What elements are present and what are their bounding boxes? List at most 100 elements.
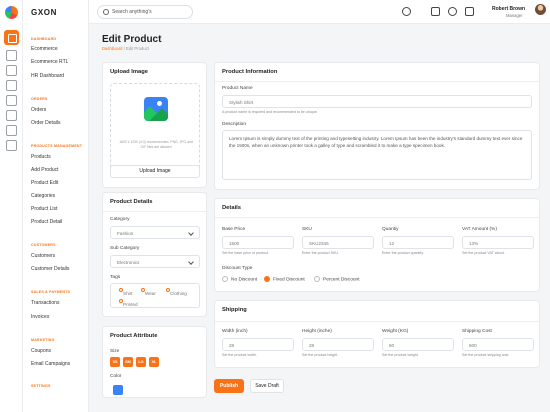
shield-rail-icon[interactable] [6, 140, 17, 151]
sidebar-item-customers[interactable]: Customers [31, 253, 55, 259]
sidebar-item-categories[interactable]: Categories [31, 193, 55, 199]
width-input[interactable]: 28 [222, 338, 294, 351]
color-swatch[interactable] [113, 385, 123, 395]
weight-input[interactable]: 50 [382, 338, 454, 351]
discount-type-label: Discount Type [222, 266, 253, 271]
file-rail-icon[interactable] [6, 65, 17, 76]
sidebar-item-product-detail[interactable]: Product Detail [31, 219, 62, 225]
attribute-card-title: Product Attribute [110, 333, 158, 339]
image-dropzone[interactable]: 1600 x 1200 (4:3) recommended. PNG, JPG … [110, 83, 200, 173]
dashboard-rail-icon[interactable] [4, 30, 19, 45]
image-icon [144, 97, 168, 121]
sidebar-item-coupons[interactable]: Coupons [31, 348, 51, 354]
shipping-cost-hint: Set the product shipping cost. [462, 353, 510, 357]
apps-icon[interactable] [431, 7, 440, 16]
vat-label: VAT Amount (%) [462, 227, 497, 232]
upload-card-title: Upload Image [110, 69, 149, 75]
radio-percent-discount[interactable]: Percent Discount [314, 276, 360, 282]
sidebar-item-orders[interactable]: Orders [31, 107, 46, 113]
sidebar-item-email-campaigns[interactable]: Email Campaigns [31, 361, 70, 367]
icon-rail [0, 0, 23, 412]
message-icon[interactable] [465, 7, 474, 16]
shipping-card-title: Shipping [222, 307, 247, 313]
size-option-lg[interactable]: LG [136, 357, 146, 367]
cart-rail-icon[interactable] [6, 110, 17, 121]
subcategory-select[interactable]: Electronics [110, 255, 200, 268]
sidebar-section-sales: SALES & PAYMENTS [31, 290, 71, 294]
calendar-rail-icon[interactable] [6, 95, 17, 106]
settings-icon[interactable] [402, 7, 411, 16]
sidebar-item-order-details[interactable]: Order Details [31, 120, 60, 126]
weight-hint: Set the product weight. [382, 353, 419, 357]
product-name-input[interactable]: Stylish Shirt [222, 95, 532, 108]
color-label: Color [110, 374, 122, 379]
sidebar-item-customer-details[interactable]: Customer Details [31, 266, 69, 272]
chevron-down-icon [188, 230, 194, 236]
sidebar-section-marketing: MARKETING [31, 338, 55, 342]
grid-rail-icon[interactable] [6, 50, 17, 61]
app-logo-icon[interactable] [5, 6, 18, 19]
vat-input[interactable]: 13% [462, 236, 534, 249]
sidebar-section-settings: SETTINGS [31, 384, 51, 388]
search-icon [103, 9, 109, 15]
height-label: Height (inche) [302, 329, 332, 334]
sidebar-item-invoices[interactable]: Invoices [31, 314, 49, 320]
product-information-card: Product Information Product Name Stylish… [214, 62, 540, 190]
sku-hint: Enter the product SKU. [302, 251, 339, 255]
user-role: Manager [506, 13, 523, 18]
product-name-label: Product Name [222, 86, 253, 91]
tag-chip: Printed [117, 298, 138, 307]
sku-input[interactable]: SKU2345 [302, 236, 374, 249]
breadcrumb-dashboard[interactable]: Dashboard [102, 46, 123, 51]
radio-fixed-discount[interactable]: Fixed Discount [264, 276, 305, 282]
sidebar-item-products[interactable]: Products [31, 154, 51, 160]
description-textarea[interactable]: Lorem Ipsum is simply dummy text of the … [222, 130, 532, 180]
shipping-cost-input[interactable]: 500 [462, 338, 534, 351]
size-label: Size [110, 349, 120, 354]
sidebar-section-dashboard: DASHBOARD [31, 37, 57, 41]
radio-no-discount[interactable]: No Discount [222, 276, 257, 282]
details-card-title: Product Details [110, 199, 153, 205]
save-draft-button[interactable]: Save Draft [250, 379, 284, 393]
sidebar-item-hr-dashboard[interactable]: HR Dashboard [31, 73, 64, 79]
notification-icon[interactable] [448, 7, 457, 16]
category-value: Fashion [117, 230, 134, 236]
breadcrumb: Dashboard / Edit Product [102, 46, 149, 51]
users-rail-icon[interactable] [6, 125, 17, 136]
sku-label: SKU [302, 227, 312, 232]
search-placeholder: Search anything's [112, 9, 152, 15]
category-select[interactable]: Fashion [110, 226, 200, 239]
description-value: Lorem Ipsum is simply dummy text of the … [229, 136, 523, 148]
tag-chip: Wear [139, 287, 156, 296]
size-option-xl[interactable]: XL [149, 357, 159, 367]
sidebar-item-ecommerce-rtl[interactable]: Ecommerce RTL [31, 59, 68, 65]
quantity-input[interactable]: 12 [382, 236, 454, 249]
shipping-card: Shipping Width (inch) 28 Set the product… [214, 300, 540, 368]
quantity-hint: Enter the product quantity. [382, 251, 424, 255]
search-input[interactable]: Search anything's [97, 5, 193, 19]
sidebar-item-product-edit[interactable]: Product Edit [31, 180, 58, 186]
size-option-sm[interactable]: SM [123, 357, 133, 367]
tag-chip: Clothing [164, 287, 187, 296]
topbar: Search anything's Robert Brown Manager [89, 0, 550, 24]
height-input[interactable]: 28 [302, 338, 374, 351]
user-name[interactable]: Robert Brown [492, 6, 525, 12]
info-card-title: Product Information [222, 69, 278, 75]
subcategory-value: Electronics [117, 259, 140, 265]
base-price-hint: Set the base price of product. [222, 251, 269, 255]
tags-label: Tags [110, 275, 121, 280]
size-option-xs[interactable]: XS [110, 357, 120, 367]
chat-rail-icon[interactable] [6, 80, 17, 91]
shipping-cost-label: Shipping Cost [462, 329, 492, 334]
publish-button[interactable]: Publish [214, 379, 244, 393]
tags-input[interactable]: Shirt Wear Clothing Printed [110, 283, 200, 308]
base-price-input[interactable]: 1500 [222, 236, 294, 249]
sidebar-item-product-list[interactable]: Product List [31, 206, 57, 212]
sidebar-item-add-product[interactable]: Add Product [31, 167, 59, 173]
sidebar-item-transactions[interactable]: Transactions [31, 300, 59, 306]
quantity-label: Quantiy [382, 227, 399, 232]
sidebar-item-ecommerce[interactable]: Ecommerce [31, 46, 58, 52]
avatar[interactable] [535, 4, 546, 15]
upload-image-button[interactable]: Upload Image [110, 165, 200, 178]
product-attribute-card: Product Attribute Size XS SM LG XL Color [102, 326, 207, 398]
